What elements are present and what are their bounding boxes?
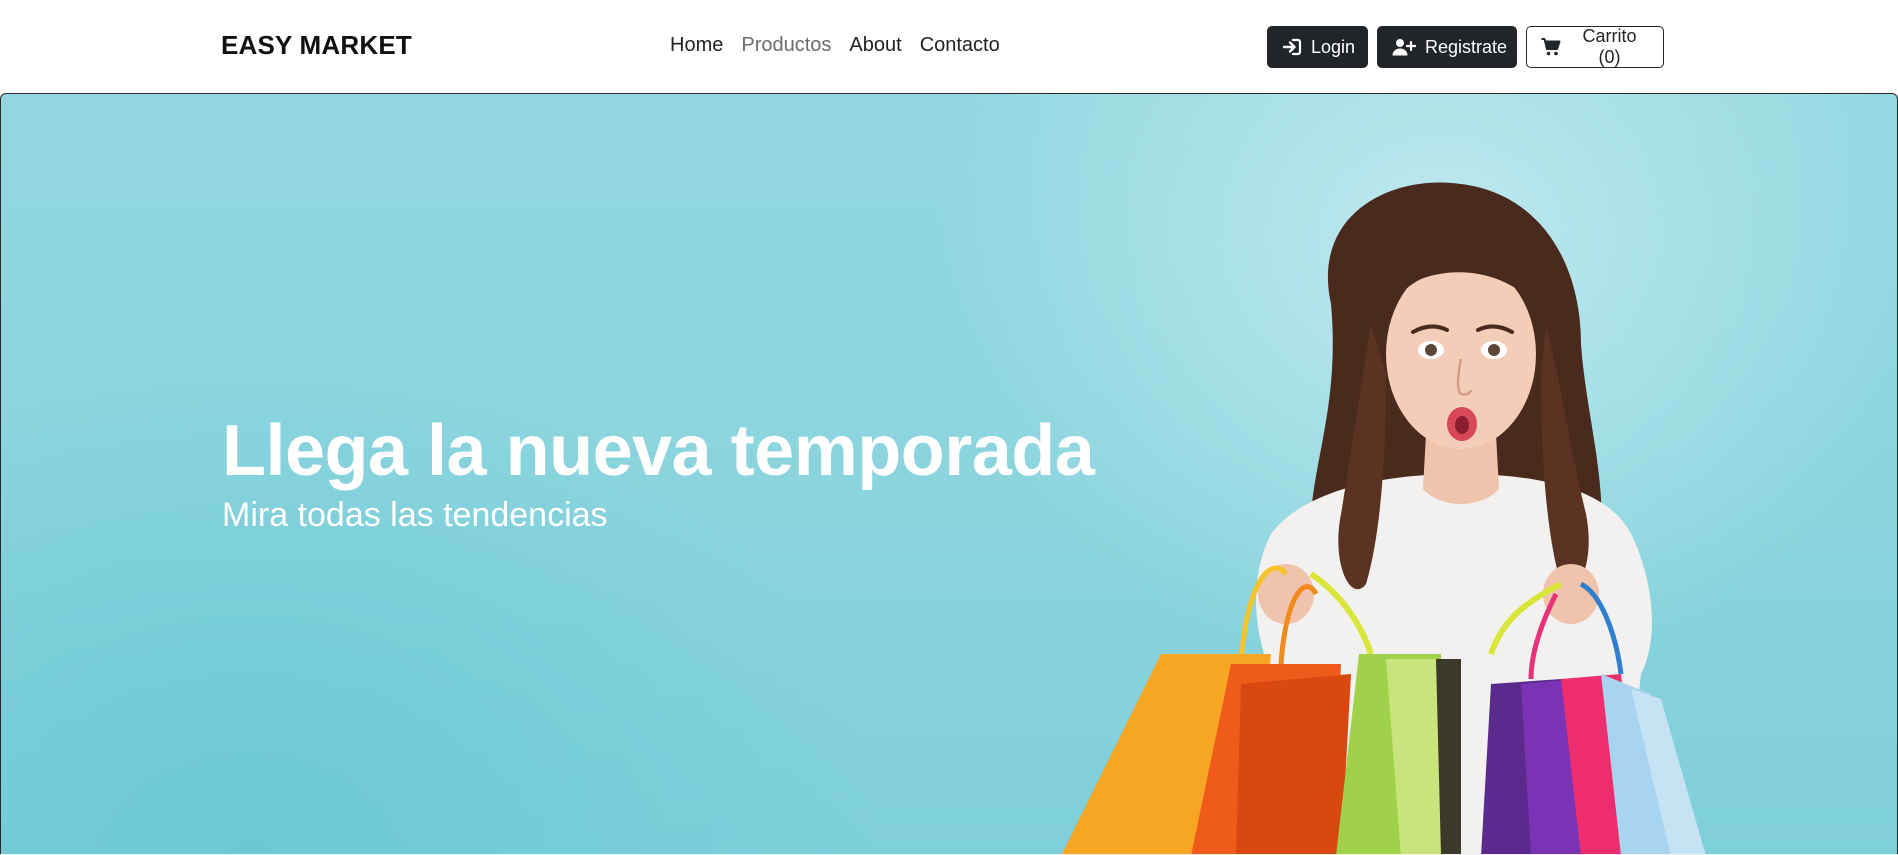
brand-logo[interactable]: EASY MARKET [221, 30, 412, 61]
main-nav: Home Productos About Contacto [670, 34, 1000, 57]
hero-subtitle: Mira todas las tendencias [222, 495, 608, 534]
user-plus-icon [1392, 38, 1416, 56]
hero-text: Llega la nueva temporada Mira todas las … [222, 411, 1095, 535]
login-button[interactable]: Login [1267, 26, 1368, 68]
nav-link-productos[interactable]: Productos [741, 34, 831, 57]
hero-banner: Llega la nueva temporada Mira todas las … [0, 93, 1898, 855]
register-button[interactable]: Registrate [1377, 26, 1517, 68]
nav-link-home[interactable]: Home [670, 34, 723, 57]
register-label: Registrate [1425, 36, 1508, 57]
login-label: Login [1311, 36, 1356, 57]
cart-icon [1541, 38, 1561, 56]
nav-link-contacto[interactable]: Contacto [920, 34, 1000, 57]
nav-link-about[interactable]: About [849, 34, 901, 57]
hero-image [1061, 182, 1706, 854]
hero-title: Llega la nueva temporada [222, 411, 1095, 491]
top-navbar: EASY MARKET Home Productos About Contact… [0, 0, 1898, 94]
cart-button[interactable]: Carrito (0) [1526, 26, 1664, 68]
sign-in-icon [1282, 38, 1302, 56]
nav-actions: Login Registrate Carrito (0) [1267, 26, 1664, 68]
cart-label: Carrito (0) [1582, 26, 1637, 67]
